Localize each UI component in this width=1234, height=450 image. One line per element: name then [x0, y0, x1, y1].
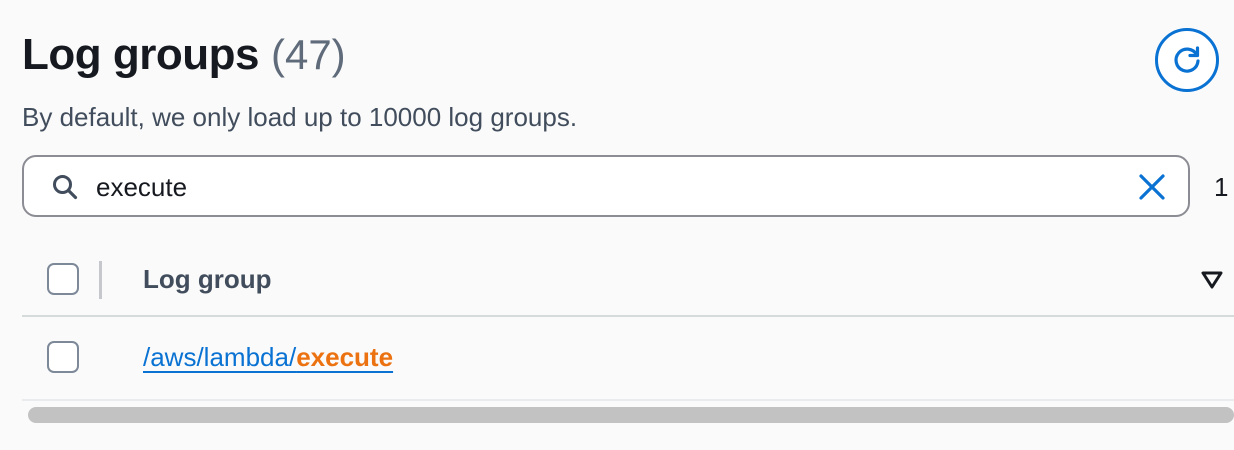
page-title: Log groups [22, 30, 259, 79]
page-description: By default, we only load up to 10000 log… [22, 102, 578, 132]
column-divider[interactable] [99, 261, 102, 299]
refresh-icon [1174, 46, 1200, 73]
column-header-log-group[interactable]: Log group [143, 264, 272, 295]
clear-search-button[interactable] [1134, 169, 1170, 205]
search-match-highlight: execute [296, 342, 394, 372]
log-group-link[interactable]: /aws/lambda/execute [143, 342, 393, 373]
close-icon [1139, 174, 1165, 200]
search-input[interactable] [96, 167, 1116, 207]
log-groups-panel: Log groups (47) By default, we only load… [0, 0, 1234, 450]
match-count: 1 [1214, 172, 1229, 202]
table-header: Log group [22, 245, 1234, 317]
page-title-row: Log groups (47) [22, 30, 346, 80]
log-group-prefix: /aws/lambda/ [143, 342, 297, 372]
select-all-checkbox[interactable] [47, 263, 79, 295]
sort-descending-icon[interactable] [1200, 269, 1224, 291]
search-box[interactable] [22, 155, 1190, 217]
table-row: /aws/lambda/execute [22, 319, 1234, 401]
horizontal-scrollbar[interactable] [28, 407, 1234, 423]
search-icon [53, 175, 78, 200]
log-group-count: (47) [270, 31, 346, 78]
row-checkbox[interactable] [47, 341, 79, 373]
scrollbar-thumb[interactable] [28, 407, 1234, 423]
refresh-button[interactable] [1155, 28, 1219, 92]
